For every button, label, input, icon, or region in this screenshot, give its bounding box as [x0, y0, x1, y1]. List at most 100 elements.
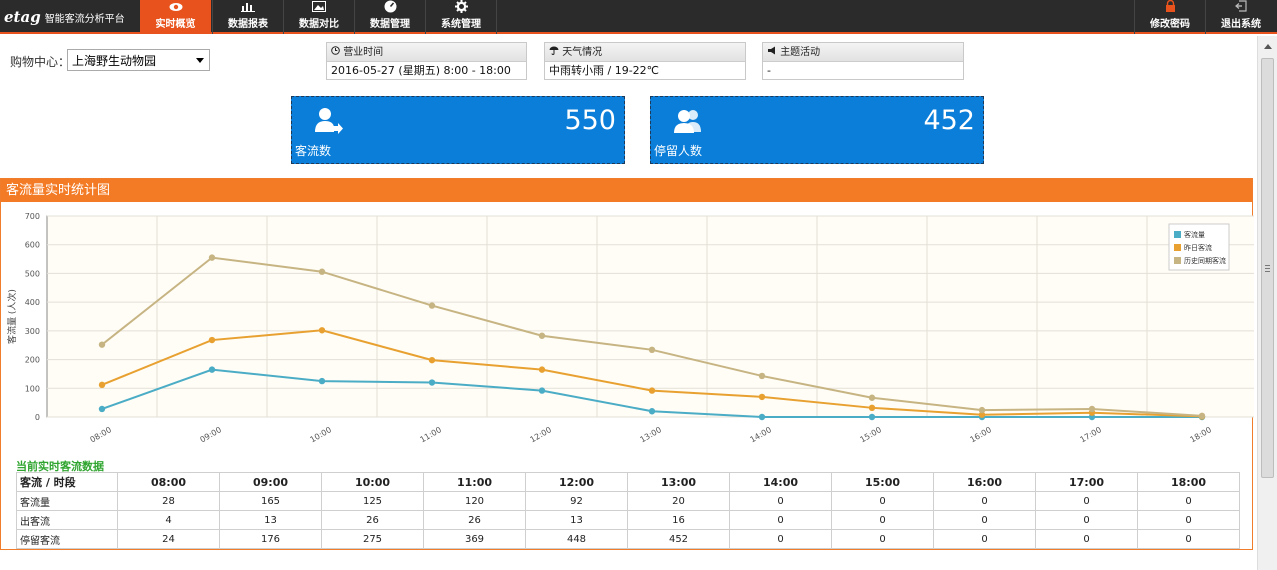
vertical-scrollbar[interactable] — [1257, 36, 1277, 570]
x-tick-label: 18:00 — [1189, 425, 1213, 444]
data-point — [428, 379, 436, 386]
business-hours-value: 2016-05-27 (星期五) 8:00 - 18:00 — [331, 64, 511, 77]
table-cell: 16 — [627, 510, 730, 530]
table-row-label: 客流量 — [16, 491, 118, 511]
staying-count-label: 停留人数 — [654, 144, 703, 158]
table-cell: 448 — [525, 529, 628, 549]
table-cell: 0 — [933, 529, 1036, 549]
legend-swatch — [1174, 231, 1181, 238]
data-point — [648, 346, 656, 354]
logout-button[interactable]: 退出系统 — [1205, 0, 1276, 34]
legend-swatch — [1174, 257, 1181, 264]
logout-label: 退出系统 — [1221, 19, 1261, 30]
data-point — [538, 332, 546, 339]
nav-divider — [496, 0, 498, 34]
table-header-cell: 15:00 — [831, 472, 934, 492]
traffic-count-tile: 550 客流数 — [291, 96, 625, 164]
table-cell: 26 — [423, 510, 526, 530]
table-cell: 13 — [219, 510, 322, 530]
mall-select[interactable]: 上海野生动物园 — [67, 49, 210, 71]
mall-label: 购物中心： — [10, 55, 71, 69]
data-point — [648, 408, 656, 415]
data-point — [538, 387, 546, 394]
brand-logo: etag — [4, 8, 41, 26]
table-header-cell: 18:00 — [1137, 472, 1240, 492]
legend-label: 客流量 — [1184, 230, 1205, 239]
brand: etag 智能客流分析平台 — [0, 0, 140, 34]
nav-item-data-manage[interactable]: 数据管理 — [354, 0, 425, 34]
mall-select-value: 上海野生动物园 — [72, 54, 157, 68]
nav-item-data-report[interactable]: 数据报表 — [212, 0, 283, 34]
y-tick-label: 200 — [25, 356, 40, 365]
table-cell: 28 — [117, 491, 220, 511]
table-cell: 13 — [525, 510, 628, 530]
x-tick-label: 17:00 — [1079, 425, 1103, 444]
table-cell: 26 — [321, 510, 424, 530]
x-tick-label: 15:00 — [859, 425, 883, 444]
table-cell: 0 — [1035, 510, 1138, 530]
table-cell: 0 — [729, 529, 832, 549]
table-cell: 0 — [1137, 510, 1240, 530]
data-point — [208, 366, 216, 373]
logout-icon — [1206, 0, 1276, 18]
table-cell: 165 — [219, 491, 322, 511]
x-tick-label: 09:00 — [199, 425, 223, 444]
data-point — [1088, 405, 1096, 413]
image-icon — [284, 0, 354, 18]
plot-area — [46, 215, 1254, 418]
theme-event-value: - — [767, 64, 771, 77]
table-cell: 4 — [117, 510, 220, 530]
data-point — [868, 394, 876, 401]
clock-icon — [331, 46, 340, 58]
table-cell: 120 — [423, 491, 526, 511]
business-hours-card: 营业时间 2016-05-27 (星期五) 8:00 - 18:00 — [326, 42, 527, 80]
business-hours-title: 营业时间 — [343, 47, 384, 58]
table-cell: 452 — [627, 529, 730, 549]
nav-item-system-manage[interactable]: 系统管理 — [425, 0, 496, 34]
data-point — [538, 366, 546, 373]
table-row: 出客流 4 13 26 26 13 16 0 0 0 0 0 — [16, 510, 1240, 530]
table-cell: 125 — [321, 491, 424, 511]
data-point — [758, 413, 766, 421]
table-header-cell: 09:00 — [219, 472, 322, 492]
legend-label: 历史同期客流 — [1184, 256, 1226, 265]
nav-item-label: 数据管理 — [370, 19, 410, 30]
table-cell: 0 — [1137, 491, 1240, 511]
change-password-button[interactable]: 修改密码 — [1134, 0, 1205, 34]
y-tick-label: 700 — [25, 212, 40, 221]
table-cell: 0 — [831, 510, 934, 530]
nav-item-realtime-overview[interactable]: 实时概览 — [140, 0, 211, 34]
y-tick-label: 500 — [25, 269, 40, 278]
table-header-cell: 11:00 — [423, 472, 526, 492]
theme-event-card: 主题活动 - — [762, 42, 964, 80]
nav-item-label: 系统管理 — [441, 19, 481, 30]
data-point — [868, 413, 876, 421]
y-tick-label: 400 — [25, 298, 40, 307]
x-tick-label: 10:00 — [309, 425, 333, 444]
data-point — [318, 327, 326, 334]
table-cell: 0 — [1137, 529, 1240, 549]
weather-card: 天气情况 中雨转小雨 / 19-22℃ — [544, 42, 746, 80]
table-cell: 20 — [627, 491, 730, 511]
table-header-cell: 10:00 — [321, 472, 424, 492]
table-cell: 275 — [321, 529, 424, 549]
table-cell: 0 — [1035, 529, 1138, 549]
traffic-count-value: 550 — [564, 105, 616, 136]
data-point — [318, 268, 326, 275]
table-header-cell: 17:00 — [1035, 472, 1138, 492]
table-cell: 0 — [831, 529, 934, 549]
legend-swatch — [1174, 244, 1181, 251]
data-point — [98, 381, 106, 389]
table-cell: 176 — [219, 529, 322, 549]
nav-item-data-compare[interactable]: 数据对比 — [283, 0, 354, 34]
data-point — [98, 341, 106, 348]
data-point — [428, 356, 436, 364]
y-tick-label: 600 — [25, 241, 40, 250]
megaphone-icon — [767, 46, 777, 58]
table-header-row: 客流 / 时段 08:00 09:00 10:00 11:00 12:00 13:00 14… — [16, 472, 1240, 492]
scroll-up-arrow-icon[interactable] — [1264, 44, 1272, 49]
scrollbar-thumb[interactable] — [1261, 58, 1274, 478]
y-tick-label: 100 — [25, 384, 40, 393]
weather-title: 天气情况 — [562, 47, 603, 58]
change-password-label: 修改密码 — [1150, 19, 1190, 30]
